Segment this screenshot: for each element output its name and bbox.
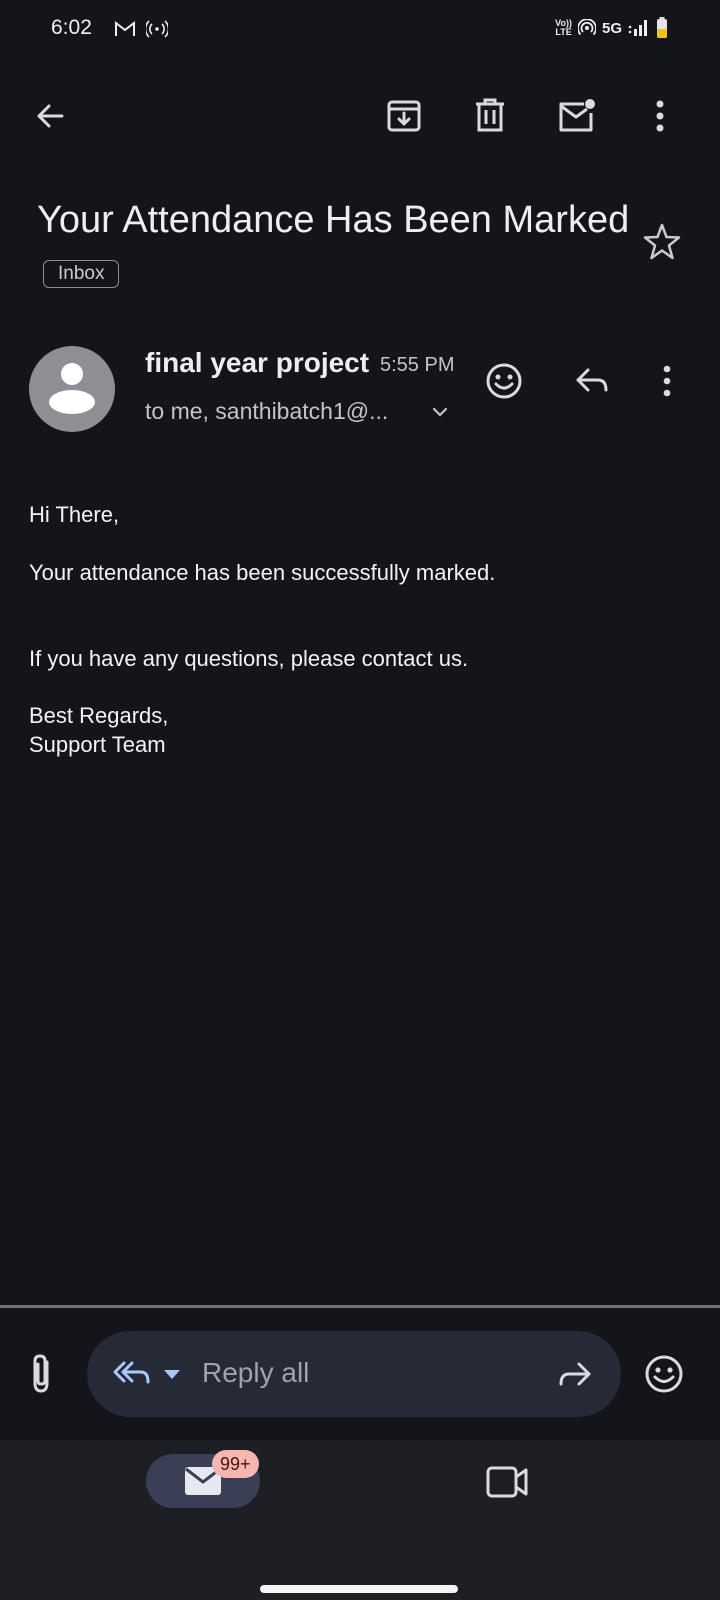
reply-all-placeholder: Reply all [202,1357,310,1388]
battery-icon [657,17,667,38]
emoji-icon [486,363,522,399]
status-right: Vo)) LTE 5G [555,17,668,39]
message-more-button[interactable] [643,357,691,405]
archive-icon [387,100,421,132]
more-vert-icon [663,365,671,397]
status-bar: 6:02 Vo)) LTE 5G [0,0,720,60]
recipients-summary[interactable]: to me, santhibatch1@... [145,398,388,425]
reply-icon [576,368,608,392]
sender-name: final year project [145,347,370,378]
mail-unread-badge: 99+ [212,1450,259,1478]
mark-unread-button[interactable] [549,84,605,148]
body-signature: Support Team [29,732,166,757]
dropdown-icon[interactable] [163,1369,181,1381]
gmail-icon [115,20,135,36]
back-button[interactable] [22,84,78,148]
email-toolbar [0,84,720,148]
email-subject: Your Attendance Has Been Marked Inbox [37,192,637,304]
volte-icon: Vo)) LTE [555,19,572,37]
more-options-button[interactable] [632,84,688,148]
email-view-screen: 6:02 Vo)) LTE 5G Your Attendance Has Bee… [0,0,720,1600]
body-greeting: Hi There, [29,502,120,527]
reply-button[interactable] [568,357,616,405]
archive-button[interactable] [376,84,432,148]
reply-all-icon [113,1361,150,1384]
inbox-label-chip[interactable]: Inbox [43,259,120,288]
body-line-1: Your attendance has been successfully ma… [29,560,496,585]
status-time: 6:02 [51,16,92,39]
mark-unread-icon [559,99,595,132]
video-icon[interactable] [484,1462,532,1502]
bottom-navigation: 99+ [0,1440,720,1600]
more-vert-icon [656,100,664,132]
emoji-icon[interactable] [640,1350,688,1398]
attach-icon[interactable] [22,1352,62,1396]
body-signoff: Best Regards, [29,703,169,728]
home-indicator[interactable] [260,1585,458,1593]
subject-text: Your Attendance Has Been Marked [37,199,630,241]
person-icon [49,363,95,414]
back-arrow-icon [37,104,64,128]
sender-time: 5:55 PM [380,354,455,376]
forward-icon[interactable] [557,1361,593,1389]
hotspot-icon [146,20,168,38]
reply-all-field[interactable]: Reply all [87,1331,621,1417]
add-reaction-button[interactable] [480,357,528,405]
chevron-down-icon[interactable] [430,402,450,422]
delete-button[interactable] [462,84,518,148]
sender-avatar[interactable] [29,346,115,432]
network-type: 5G [601,19,622,37]
body-line-2: If you have any questions, please contac… [29,646,469,671]
wifi-icon [577,19,596,36]
star-icon[interactable] [642,222,682,262]
signal-icon [628,20,647,36]
delete-icon [476,98,504,132]
volte-bottom: LTE [555,27,572,37]
